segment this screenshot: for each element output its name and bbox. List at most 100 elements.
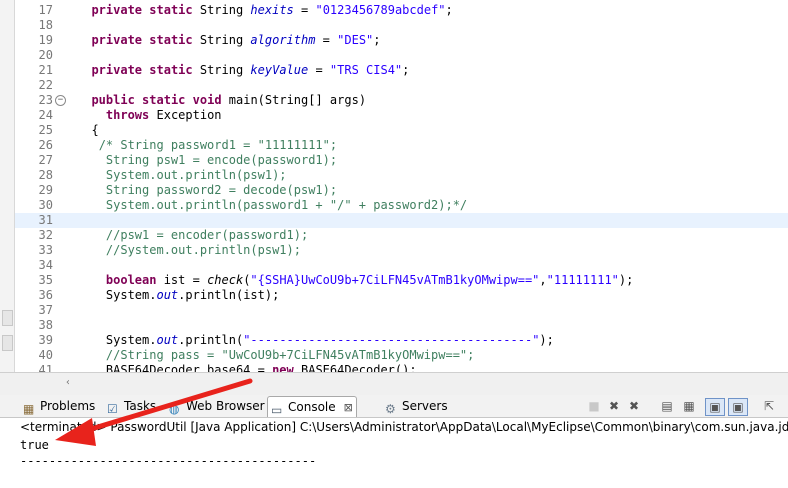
code-line[interactable]: 38 [15,318,788,333]
tab-label: Console [288,400,336,414]
code-token: hexits [250,3,294,17]
code-token: String password2 = decode(psw1); [105,183,338,197]
collapsed-view-marker[interactable] [2,335,13,351]
code-text: private static String keyValue = "TRS CI… [77,63,409,78]
line-number: 41 [38,363,53,372]
code-text: private static String hexits = "01234567… [77,3,452,18]
code-token: "0123456789abcdef" [315,3,446,17]
code-line[interactable]: 22 [15,78,788,93]
code-text: System.out.println("--------------------… [77,333,554,348]
code-token: String [192,63,251,77]
remove-launch-icon[interactable]: ✖ [605,398,623,414]
code-line[interactable]: 20 [15,48,788,63]
code-line[interactable]: 32 //psw1 = encoder(password1); [15,228,788,243]
code-line[interactable]: 21 private static String keyValue = "TRS… [15,63,788,78]
code-line[interactable]: 19 private static String algorithm = "DE… [15,33,788,48]
code-token: new [272,363,294,372]
code-token: System.out.println(psw1); [105,168,287,182]
code-text: String password2 = decode(psw1); [77,183,337,198]
code-line[interactable]: 29 String password2 = decode(psw1); [15,183,788,198]
code-token: static [149,3,193,17]
tab-console[interactable]: ▭ Console ⊠ [267,396,357,417]
code-token: //System.out.println(psw1); [105,243,301,257]
scroll-left-icon[interactable]: ‹ [65,377,79,389]
code-token: { [77,123,99,137]
clear-console-icon[interactable]: ▤ [658,398,676,414]
code-line[interactable]: 31 [15,213,788,228]
code-line[interactable]: 35 boolean ist = check("{SSHA}UwCoU9b+7C… [15,273,788,288]
line-number: 34 [38,258,53,272]
tab-servers[interactable]: ⚙ Servers [382,396,451,416]
code-token: String [192,3,251,17]
code-token: public [91,93,135,107]
remove-all-terminated-icon[interactable]: ✖ [625,398,643,414]
code-token: String [192,33,251,47]
left-marker-strip [0,0,15,372]
line-number: 17 [38,3,53,17]
bottom-panel-tabbar: ▦ Problems ☑ Tasks ◍ Web Browser ▭ Console ⊠ ⚙ Ser… [0,395,788,418]
code-line[interactable]: 41 BASE64Decoder base64 = new BASE64Deco… [15,363,788,372]
code-line[interactable]: 18 [15,18,788,33]
line-number: 31 [38,213,53,227]
code-text: System.out.println(psw1); [77,168,287,183]
line-number: 36 [38,288,53,302]
code-line[interactable]: 33 //System.out.println(psw1); [15,243,788,258]
code-token: = [315,33,338,47]
tab-tasks[interactable]: ☑ Tasks [104,396,159,416]
code-line[interactable]: 25 { [15,123,788,138]
code-token: private [91,63,143,77]
code-line[interactable]: 34 [15,258,788,273]
editor-horizontal-scrollbar[interactable]: ‹ [0,372,788,396]
show-console-on-output-icon[interactable]: ▣ [705,398,725,416]
code-editor[interactable]: 17 private static String hexits = "01234… [15,0,788,372]
code-token: String psw1 = encode(password1); [105,153,338,167]
code-line[interactable]: 27 String psw1 = encode(password1); [15,153,788,168]
pin-console-icon[interactable]: ⇱ [760,398,778,414]
tab-problems[interactable]: ▦ Problems [20,396,98,416]
code-line[interactable]: 26 /* String password1 = "11111111"; [15,138,788,153]
code-line[interactable]: 30 System.out.println(password1 + "/" + … [15,198,788,213]
close-icon[interactable]: ⊠ [344,401,353,414]
fold-toggle-icon[interactable]: − [55,95,66,106]
line-number: 24 [38,108,53,122]
console-view[interactable]: <terminated> PasswordUtil [Java Applicat… [0,418,788,488]
code-line[interactable]: 17 private static String hexits = "01234… [15,3,788,18]
code-text: throws Exception [77,108,222,123]
code-token: BASE64Decoder base64 = [77,363,273,372]
code-text: //System.out.println(psw1); [77,243,301,258]
scroll-lock-icon[interactable]: ▦ [680,398,698,414]
code-line[interactable]: 36 System.out.println(ist); [15,288,788,303]
collapsed-view-marker[interactable] [2,310,13,326]
code-line[interactable]: 24 throws Exception [15,108,788,123]
code-token: ; [402,63,410,77]
line-number: 25 [38,123,53,137]
terminate-icon[interactable]: ■ [585,398,603,414]
code-token: = [308,63,330,77]
console-output-line: true [20,438,49,452]
code-line[interactable]: 39 System.out.println("-----------------… [15,333,788,348]
code-token: static [149,33,193,47]
code-line[interactable]: 40 //String pass = "UwCoU9b+7CiLFN45vATm… [15,348,788,363]
console-icon: ▭ [271,403,283,417]
show-console-on-error-icon[interactable]: ▣ [728,398,748,416]
code-text: public static void main(String[] args) [77,93,366,108]
servers-icon: ⚙ [385,402,396,416]
code-text: /* String password1 = "11111111"; [77,138,337,153]
tab-web-browser[interactable]: ◍ Web Browser [166,396,268,416]
code-token: ); [539,333,554,347]
code-line[interactable]: 28 System.out.println(psw1); [15,168,788,183]
code-line[interactable]: 23− public static void main(String[] arg… [15,93,788,108]
code-token: private [91,33,143,47]
code-text: System.out.println(ist); [77,288,279,303]
code-line[interactable]: 37 [15,303,788,318]
line-number: 20 [38,48,53,62]
code-token: static [149,63,193,77]
